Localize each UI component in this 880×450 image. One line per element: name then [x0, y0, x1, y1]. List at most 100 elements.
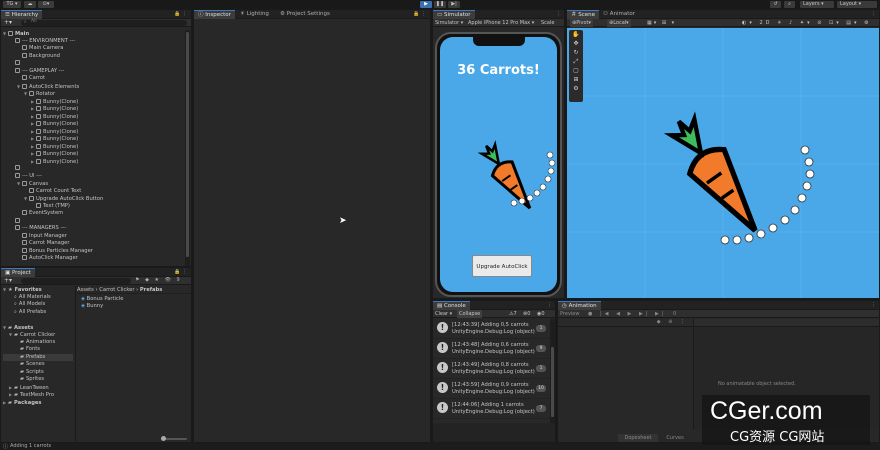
tab-console[interactable]: ▤ Console	[433, 301, 470, 310]
hierarchy-row[interactable]	[3, 217, 183, 226]
tab-project-settings[interactable]: ⚙ Project Settings	[276, 10, 334, 19]
project-folder-row[interactable]: ▼ ▰ Assets	[3, 324, 73, 332]
project-search-input[interactable]	[21, 278, 131, 284]
history-icon[interactable]: ↺	[770, 1, 781, 8]
hierarchy-row[interactable]: EventSystem	[3, 210, 183, 218]
breadcrumb-carrot-clicker[interactable]: Carrot Clicker	[99, 287, 134, 293]
tab-scene[interactable]: ＃ Scene	[567, 10, 600, 19]
kebab-menu-icon[interactable]: ⋮	[556, 11, 561, 17]
file-bunny[interactable]: ◈ Bunny	[81, 303, 103, 311]
tab-animator[interactable]: ⚇ Animator	[599, 10, 639, 19]
hierarchy-row[interactable]: Carrot Manager	[3, 240, 183, 248]
kebab-menu-icon[interactable]: ⋮	[871, 302, 876, 308]
project-folder-row[interactable]: ▰ Sprites	[3, 376, 73, 384]
hierarchy-row[interactable]: --- UI ---	[3, 172, 183, 181]
layers-dropdown[interactable]: Layers ▾	[800, 1, 834, 8]
hierarchy-row[interactable]: --- GAMEPLAY ---	[3, 67, 183, 76]
hierarchy-row[interactable]: ▶ Bunny(Clone)	[3, 150, 183, 158]
cloud-icon[interactable]: ☁	[24, 1, 36, 8]
breadcrumb-assets[interactable]: Assets	[77, 287, 94, 293]
project-folder-row[interactable]: ▶ ▰ TextMesh Pro	[3, 391, 73, 399]
project-folder-row[interactable]: ⌕ All Prefabs	[3, 309, 73, 317]
scene-view-icons[interactable]: ◐▾ 2D ☀ ♪ ✦▾ ⊘ ⊡▾ ▤▾ ⚙	[742, 19, 872, 27]
hierarchy-row[interactable]: ▼ Upgrade AutoClick Button	[3, 195, 183, 203]
grid-snap-icons[interactable]: ▦▾ ⊞ ▾	[647, 19, 676, 27]
kebab-menu-icon[interactable]: 🔒 ⋮	[174, 11, 187, 17]
layout-dropdown[interactable]: Layout ▾	[837, 1, 877, 8]
hierarchy-scrollbar[interactable]	[185, 30, 190, 266]
custom-tool-icon[interactable]: ⚙	[569, 84, 583, 93]
hierarchy-row[interactable]: ▶ Bunny(Clone)	[3, 158, 183, 166]
rotate-tool-icon[interactable]: ↻	[569, 48, 583, 57]
tab-inspector[interactable]: ⓘ Inspector	[194, 10, 235, 19]
account-dropdown[interactable]: TG ▾	[3, 1, 21, 8]
project-folder-row[interactable]: ▰ Animations	[3, 339, 73, 347]
rect-tool-icon[interactable]: ▢	[569, 66, 583, 75]
kebab-menu-icon[interactable]: ⋮	[871, 11, 876, 17]
project-folder-row[interactable]: ▰ Fonts	[3, 346, 73, 354]
step-button[interactable]: ▶|	[448, 1, 460, 8]
kebab-menu-icon[interactable]: ⋮	[547, 302, 552, 308]
hierarchy-row[interactable]: ▶ Bunny(Clone)	[3, 98, 183, 106]
project-folder-row[interactable]: ▼ ▰ Carrot Clicker	[3, 331, 73, 339]
console-log-entry[interactable]: ! [12:43:39] Adding 0,5 carrots UnityEngin…	[433, 319, 550, 339]
kebab-menu-icon[interactable]: 🔒 ⋮	[174, 269, 187, 275]
project-folder-row[interactable]	[3, 316, 73, 324]
console-scroll-thumb[interactable]	[551, 347, 554, 417]
hierarchy-row[interactable]: ▼ Canvas	[3, 180, 183, 188]
scene-viewport[interactable]: ✋ ✥ ↻ ⤢ ▢ ⊞ ⚙	[567, 28, 879, 298]
project-folder-row[interactable]: ▼ ★ Favorites	[3, 286, 73, 294]
tab-project[interactable]: ▣ Project	[1, 268, 35, 277]
project-folder-row[interactable]: ▶ ▰ LeanTween	[3, 384, 73, 392]
hierarchy-row[interactable]: Bonus Particles Manager	[3, 247, 183, 256]
collab-icon[interactable]: ⊙▾	[38, 1, 54, 8]
console-log-entry[interactable]: ! [12:44:06] Adding 1 carrots UnityEngine.…	[433, 399, 550, 419]
project-folder-row[interactable]: ⌕ All Materials	[3, 294, 73, 302]
tab-animation[interactable]: ◷ Animation	[558, 301, 601, 310]
error-count[interactable]: ⊗0	[523, 310, 530, 318]
device-dropdown[interactable]: Apple iPhone 12 Pro Max ▾	[468, 19, 534, 27]
console-log-entry[interactable]: ! [12:43:59] Adding 0,9 carrots UnityEngin…	[433, 379, 550, 399]
hierarchy-row[interactable]	[3, 165, 183, 173]
hierarchy-row[interactable]	[3, 60, 183, 68]
keyframe-icons[interactable]: ◆ ⊕ ⋮	[657, 319, 688, 325]
add-icon[interactable]: +▾	[4, 277, 12, 284]
curves-tab[interactable]: Curves	[660, 434, 690, 442]
filter-icons[interactable]: ⚑ ◆ ★ 👁 9	[135, 277, 182, 283]
hierarchy-row[interactable]: --- MANAGERS ---	[3, 225, 183, 233]
search-icon[interactable]: ⌕	[784, 1, 795, 8]
scale-tool-icon[interactable]: ⤢	[569, 57, 583, 66]
icon-size-slider[interactable]	[161, 436, 187, 441]
hierarchy-row[interactable]: Input Manager	[3, 232, 183, 241]
warning-count[interactable]: ⚠7	[509, 310, 517, 318]
hierarchy-row[interactable]: ▶ Bunny(Clone)	[3, 143, 183, 151]
hand-tool-icon[interactable]: ✋	[569, 30, 583, 39]
hierarchy-row[interactable]: ▶ Bunny(Clone)	[3, 120, 183, 128]
hierarchy-row[interactable]: --- ENVIRONMENT ---	[3, 37, 183, 46]
breadcrumb-prefabs[interactable]: Prefabs	[140, 287, 162, 293]
kebab-menu-icon[interactable]: 🔒 ⋮	[413, 11, 426, 17]
hierarchy-row[interactable]: ▶ Bunny(Clone)	[3, 135, 183, 143]
upgrade-autoclick-button[interactable]: Upgrade AutoClick	[472, 255, 532, 277]
hierarchy-row[interactable]: ▼ Main	[3, 30, 183, 38]
slider-handle[interactable]	[161, 436, 166, 441]
hierarchy-scroll-thumb[interactable]	[186, 32, 189, 257]
animation-frame-field[interactable]: 0	[673, 310, 676, 318]
preview-toggle[interactable]: Preview	[560, 310, 579, 318]
filter-icon[interactable]: ◉0	[537, 310, 545, 318]
tab-simulator[interactable]: ▭ Simulator	[433, 10, 475, 19]
add-icon[interactable]: +▾	[4, 19, 12, 26]
tab-hierarchy[interactable]: ☰ Hierarchy	[1, 10, 43, 19]
dopesheet-tab[interactable]: Dopesheet	[618, 434, 658, 442]
transform-tool-icon[interactable]: ⊞	[569, 75, 583, 84]
status-text[interactable]: Adding 1 carrots	[10, 443, 51, 449]
hierarchy-row[interactable]: Text (TMP)	[3, 202, 183, 211]
hierarchy-row[interactable]: Main Camera	[3, 45, 183, 53]
local-dropdown[interactable]: ⊕Local▾	[607, 19, 631, 27]
scale-label[interactable]: Scale	[541, 19, 554, 27]
project-folder-row[interactable]: ▰ Scripts	[3, 369, 73, 377]
project-folder-row[interactable]: ▰ Prefabs	[3, 353, 73, 361]
move-tool-icon[interactable]: ✥	[569, 39, 583, 48]
pivot-dropdown[interactable]: ⊕Pivot▾	[570, 19, 593, 27]
hierarchy-row[interactable]: ▶ Bunny(Clone)	[3, 128, 183, 136]
